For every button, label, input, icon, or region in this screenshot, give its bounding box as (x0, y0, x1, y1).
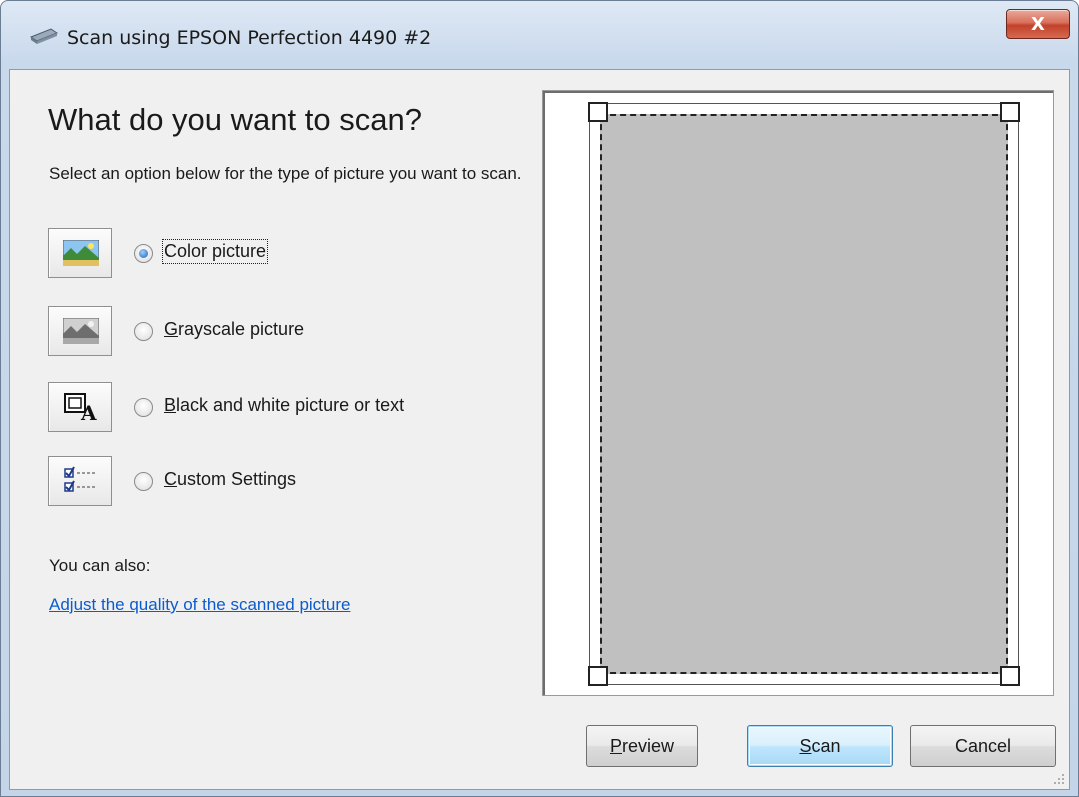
black-white-button[interactable]: A (48, 382, 112, 432)
grayscale-picture-button[interactable] (48, 306, 112, 356)
also-label: You can also: (49, 556, 151, 575)
scan-button[interactable]: Scan (747, 725, 893, 767)
color-picture-label[interactable]: Color picture (161, 239, 269, 264)
scan-bed-page (588, 102, 1020, 686)
custom-settings-radio[interactable] (134, 472, 153, 491)
color-picture-button[interactable] (48, 228, 112, 278)
cancel-button[interactable]: Cancel (910, 725, 1056, 767)
preview-button-label: Preview (609, 735, 675, 756)
crop-handle-top-left[interactable] (588, 102, 608, 122)
option-custom-settings[interactable]: Custom Settings (48, 456, 528, 506)
color-picture-radio[interactable] (134, 244, 153, 263)
grayscale-picture-label[interactable]: Grayscale picture (164, 319, 304, 340)
scanner-icon (29, 28, 59, 44)
crop-handle-top-right[interactable] (1000, 102, 1020, 122)
scan-selection-area[interactable] (600, 114, 1008, 674)
preview-pane (542, 90, 1054, 696)
custom-settings-button[interactable] (48, 456, 112, 506)
option-black-white[interactable]: A Black and white picture or text (48, 382, 528, 432)
dialog-body: What do you want to scan? Select an opti… (9, 69, 1070, 790)
close-icon: X (1031, 13, 1045, 35)
resize-grip-icon[interactable] (1053, 773, 1065, 785)
window-title: Scan using EPSON Perfection 4490 #2 (67, 27, 432, 49)
custom-settings-icon (64, 466, 95, 492)
option-grayscale-picture[interactable]: Grayscale picture (48, 306, 528, 356)
black-white-text-icon: A (64, 393, 97, 422)
svg-text:A: A (80, 401, 97, 422)
color-picture-icon (63, 240, 99, 266)
option-color-picture[interactable]: Color picture (48, 228, 528, 278)
preview-button[interactable]: Preview (586, 725, 698, 767)
page-heading: What do you want to scan? (48, 102, 422, 137)
custom-settings-label[interactable]: Custom Settings (164, 469, 296, 490)
instruction-text: Select an option below for the type of p… (49, 164, 522, 183)
grayscale-picture-icon (63, 318, 99, 344)
adjust-quality-link[interactable]: Adjust the quality of the scanned pictur… (49, 595, 350, 615)
scan-dialog-window: Scan using EPSON Perfection 4490 #2 X Wh… (0, 0, 1079, 797)
crop-handle-bottom-left[interactable] (588, 666, 608, 686)
title-bar[interactable]: Scan using EPSON Perfection 4490 #2 X (1, 1, 1078, 69)
black-white-radio[interactable] (134, 398, 153, 417)
close-button[interactable]: X (1006, 9, 1070, 39)
grayscale-picture-radio[interactable] (134, 322, 153, 341)
scan-button-label: Scan (799, 735, 841, 756)
cancel-button-label: Cancel (954, 735, 1012, 756)
crop-handle-bottom-right[interactable] (1000, 666, 1020, 686)
black-white-label[interactable]: Black and white picture or text (164, 395, 404, 416)
